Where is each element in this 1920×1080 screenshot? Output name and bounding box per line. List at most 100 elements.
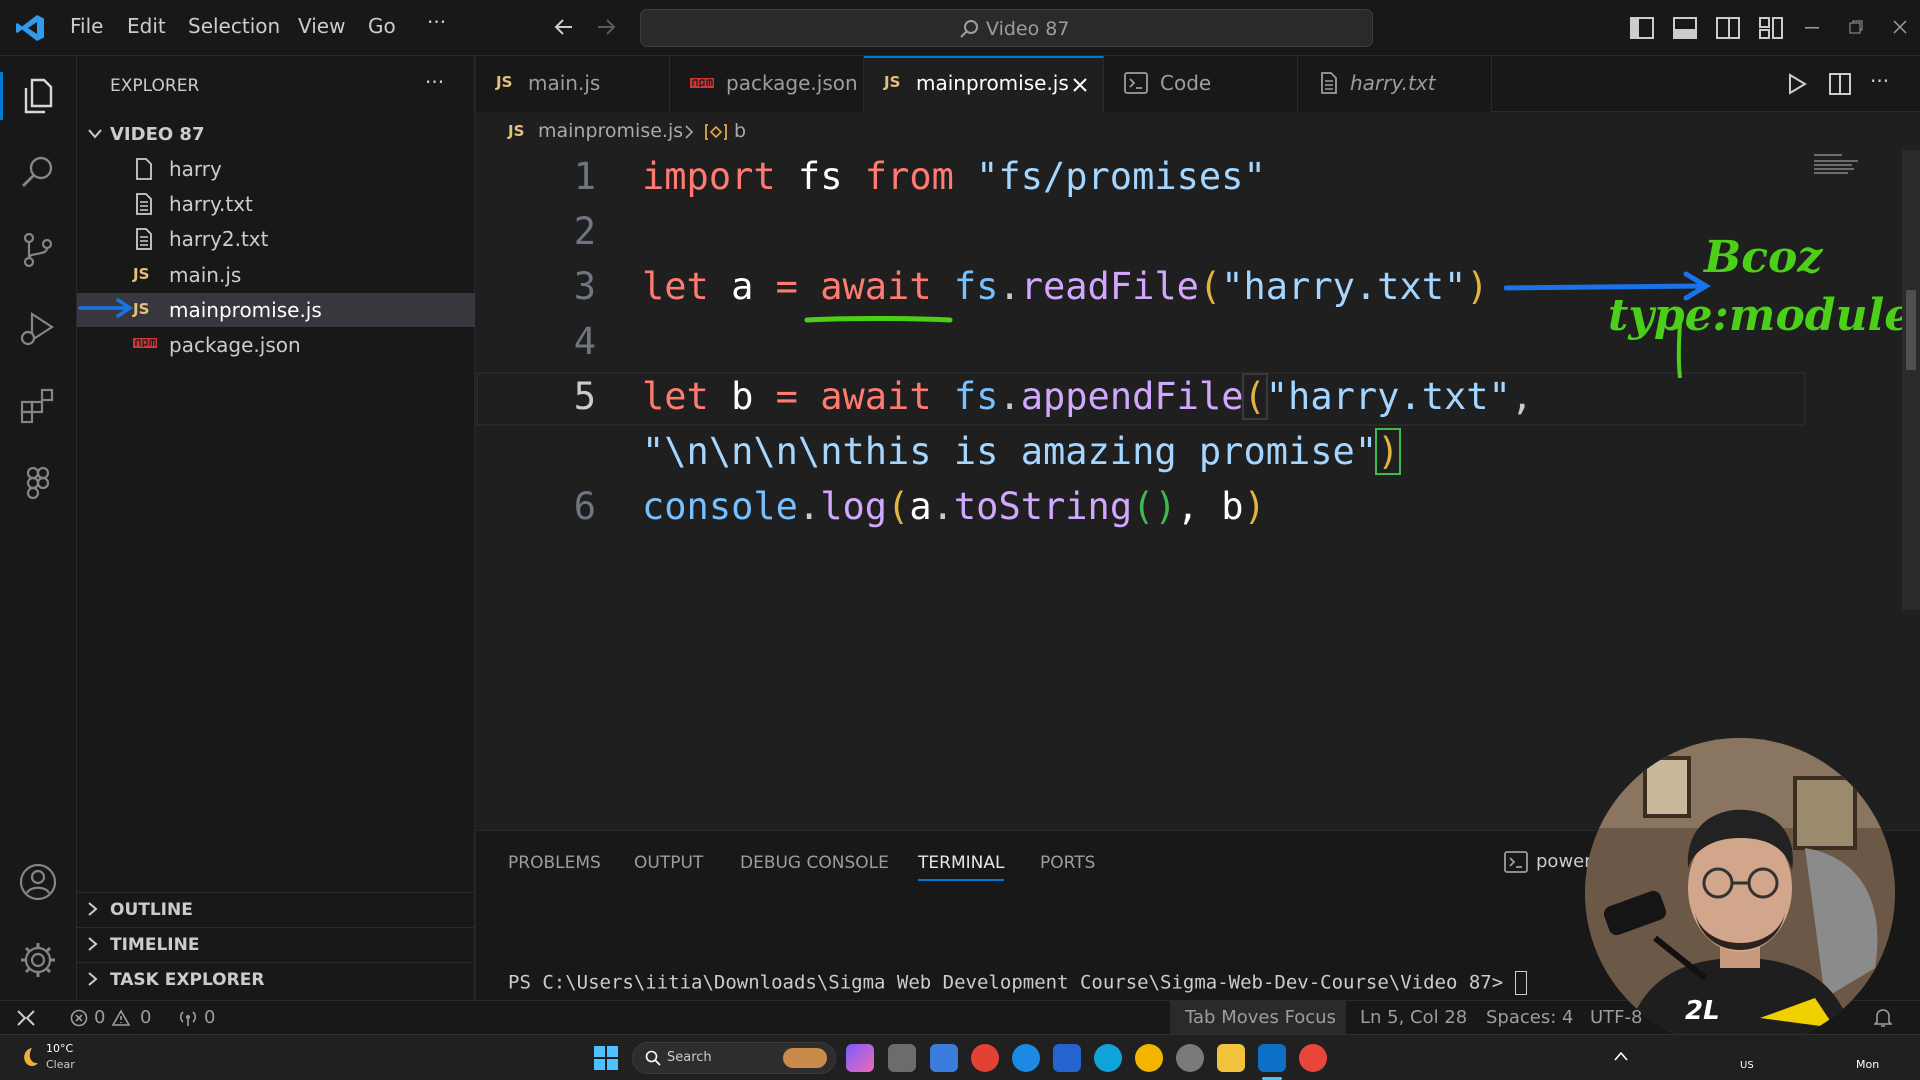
run-file-icon[interactable] [1786, 73, 1808, 95]
extensions-icon[interactable] [18, 386, 58, 426]
panel-tab-output[interactable]: OUTPUT [634, 853, 703, 873]
file-label: harry.txt [169, 192, 253, 216]
code-editor[interactable]: 1 2 3 4 5 6 import fs from "fs/promises"… [476, 150, 1920, 830]
folder-video-87[interactable]: VIDEO 87 [77, 118, 475, 152]
panel-tab-terminal[interactable]: TERMINAL [918, 853, 1004, 873]
editor-scrollbar[interactable] [1902, 150, 1920, 610]
scrollbar-thumb[interactable] [1906, 290, 1916, 370]
tab-label: Code [1160, 71, 1212, 95]
menu-selection[interactable]: Selection [188, 14, 280, 38]
tab-package-json[interactable]: package.json [670, 56, 864, 112]
line-number: 6 [573, 485, 596, 528]
task-view-icon[interactable] [888, 1044, 916, 1072]
close-window-icon[interactable] [1893, 20, 1907, 34]
settings-gear-icon[interactable] [18, 940, 58, 980]
explorer-files-icon[interactable] [18, 76, 58, 116]
token: let [642, 265, 709, 308]
tab-main-js[interactable]: JS main.js [476, 56, 670, 112]
skype-icon[interactable] [1012, 1044, 1040, 1072]
editor-tab-bar: JS main.js package.json JS mainpromise.j… [476, 56, 1920, 112]
customize-layout-icon[interactable] [1759, 17, 1783, 39]
vscode-taskbar-icon[interactable] [1258, 1044, 1286, 1072]
menu-view[interactable]: View [298, 14, 345, 38]
minimize-icon[interactable] [1805, 27, 1819, 29]
section-outline[interactable]: OUTLINE [77, 892, 475, 926]
chevron-up-icon[interactable] [1614, 1051, 1628, 1061]
webcam-person-image [1585, 738, 1895, 1048]
back-arrow-icon[interactable] [553, 16, 575, 38]
clock-day[interactable]: Mon [1856, 1058, 1879, 1071]
settings-app-icon[interactable] [1176, 1044, 1204, 1072]
chrome-icon[interactable] [971, 1044, 999, 1072]
encoding[interactable]: UTF-8 [1590, 1007, 1642, 1028]
keyboard-language[interactable]: US [1740, 1060, 1754, 1071]
token: "fs/promises" [953, 155, 1266, 198]
close-tab-icon[interactable] [1072, 77, 1088, 93]
figma-icon[interactable] [18, 464, 58, 504]
command-center-text: Video 87 [986, 18, 1070, 40]
search-highlight-image [783, 1048, 827, 1068]
command-center-search[interactable]: Video 87 [640, 9, 1373, 47]
file-explorer-icon[interactable] [1217, 1044, 1245, 1072]
split-editor-icon[interactable] [1828, 72, 1852, 96]
token: a [909, 485, 932, 528]
menu-file[interactable]: File [70, 14, 103, 38]
toggle-panel-icon[interactable] [1673, 17, 1697, 39]
panel-tab-problems[interactable]: PROBLEMS [508, 853, 601, 873]
copilot-icon[interactable] [846, 1044, 874, 1072]
search-icon [959, 18, 981, 40]
explorer-more-actions[interactable]: ··· [425, 70, 444, 94]
chrome-canary-icon[interactable] [1299, 1044, 1327, 1072]
prompt-text: PS C:\Users\iitia\Downloads\Sigma Web De… [508, 971, 1515, 994]
edge-icon[interactable] [1094, 1044, 1122, 1072]
panel-tab-debug-console[interactable]: DEBUG CONSOLE [740, 853, 889, 873]
breadcrumb-symbol[interactable]: b [734, 120, 746, 142]
tab-mainpromise-js[interactable]: JS mainpromise.js [864, 56, 1104, 112]
taskbar-search[interactable]: Search [632, 1042, 836, 1074]
chevron-right-icon [86, 901, 98, 917]
menu-more[interactable]: ··· [427, 10, 446, 34]
minimap[interactable] [1812, 152, 1872, 176]
toggle-secondary-sidebar-icon[interactable] [1716, 17, 1740, 39]
notifications-bell-icon[interactable] [1874, 1008, 1892, 1028]
tab-harry-txt[interactable]: harry.txt [1298, 56, 1492, 112]
ports-indicator[interactable]: 0 [176, 1001, 226, 1035]
section-timeline[interactable]: TIMELINE [77, 927, 475, 961]
file-item-mainpromise-js[interactable]: JS mainpromise.js [77, 293, 475, 327]
file-item-harry-txt[interactable]: harry.txt [77, 187, 475, 221]
vscode-logo-icon[interactable] [14, 12, 46, 44]
indentation[interactable]: Spaces: 4 [1486, 1007, 1573, 1028]
source-control-icon[interactable] [18, 230, 58, 270]
todo-icon[interactable] [1053, 1044, 1081, 1072]
tab-code[interactable]: Code [1104, 56, 1298, 112]
restore-icon[interactable] [1849, 20, 1863, 34]
forward-arrow-icon[interactable] [595, 16, 617, 38]
windows-start-icon[interactable] [594, 1046, 618, 1070]
explorer-sidebar: EXPLORER ··· VIDEO 87 harry harry.txt ha… [77, 56, 475, 1000]
chrome-profile-icon[interactable] [1135, 1044, 1163, 1072]
token: "\n\n\n\nthis is amazing promise" [642, 430, 1378, 473]
breadcrumb-file[interactable]: mainpromise.js [538, 120, 683, 142]
tab-moves-focus[interactable]: Tab Moves Focus [1170, 1001, 1346, 1035]
menu-edit[interactable]: Edit [127, 14, 166, 38]
file-item-harry2-txt[interactable]: harry2.txt [77, 222, 475, 256]
terminal-prompt[interactable]: PS C:\Users\iitia\Downloads\Sigma Web De… [508, 971, 1527, 995]
cursor-position[interactable]: Ln 5, Col 28 [1360, 1007, 1467, 1028]
remote-indicator[interactable] [0, 1001, 54, 1035]
accounts-icon[interactable] [18, 862, 58, 902]
file-item-package-json[interactable]: package.json [77, 328, 475, 362]
section-task-explorer[interactable]: TASK EXPLORER [77, 962, 475, 996]
toggle-primary-sidebar-icon[interactable] [1630, 17, 1654, 39]
menu-go[interactable]: Go [368, 14, 396, 38]
problems-indicator[interactable]: 0 0 [68, 1001, 158, 1035]
file-item-main-js[interactable]: JS main.js [77, 258, 475, 292]
file-item-harry[interactable]: harry [77, 152, 475, 186]
section-label: TIMELINE [110, 935, 200, 955]
run-debug-icon[interactable] [18, 308, 58, 348]
calendar-app-icon[interactable] [930, 1044, 958, 1072]
weather-temp: 10°C [46, 1042, 74, 1055]
panel-tab-ports[interactable]: PORTS [1040, 853, 1095, 873]
search-view-icon[interactable] [18, 152, 58, 192]
editor-more-actions[interactable]: ··· [1870, 69, 1889, 93]
line-number: 1 [573, 155, 596, 198]
